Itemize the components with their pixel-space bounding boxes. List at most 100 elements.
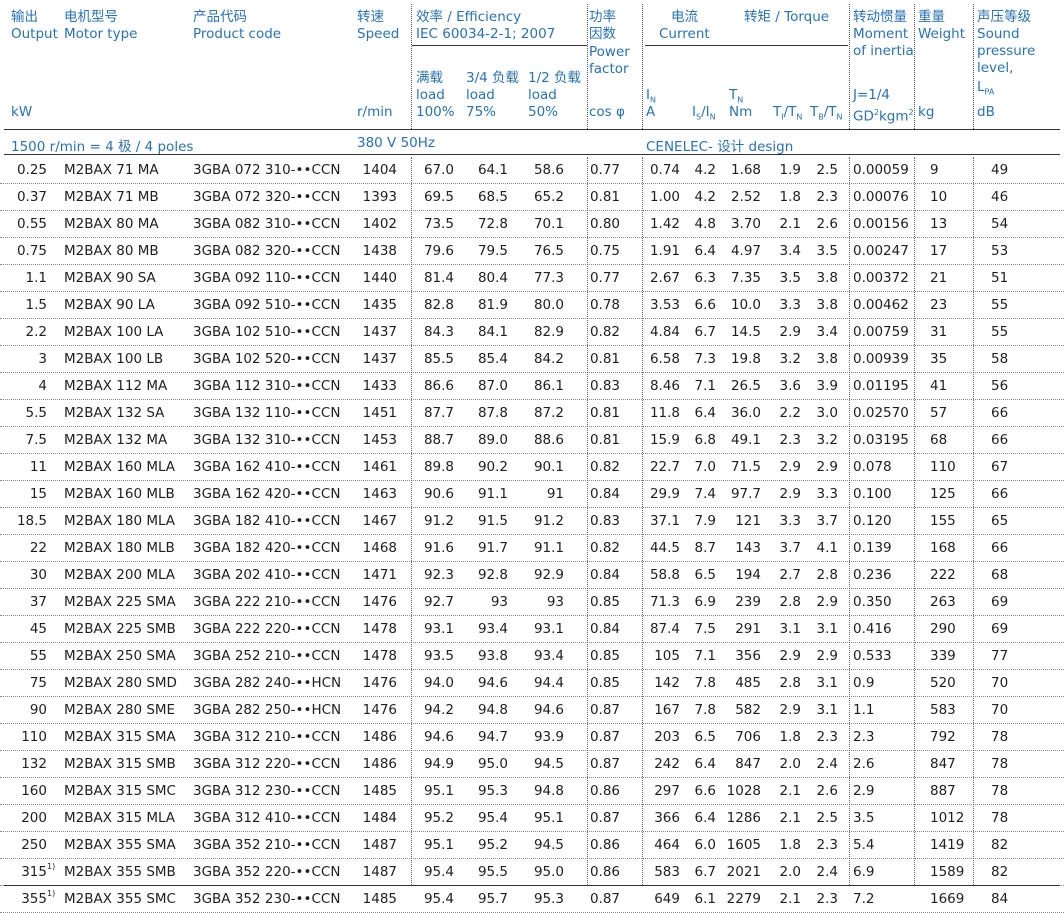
cell-sound: 68 <box>991 567 1009 583</box>
cell-current: 44.5 <box>649 540 680 556</box>
cell-sound: 58 <box>991 351 1009 367</box>
cell-is-in: 6.4 <box>694 810 716 826</box>
cell-weight: 31 <box>930 324 948 340</box>
cell-weight: 339 <box>930 648 956 664</box>
cell-is-in: 7.9 <box>694 513 716 529</box>
cell-current: 22.7 <box>649 459 680 475</box>
cell-weight: 17 <box>930 243 948 259</box>
cell-current: 297 <box>654 783 680 799</box>
header-pf-cn2: 因数 <box>589 26 616 42</box>
cell-product-code: 3GBA 352 220-••CCN <box>193 864 341 880</box>
cell-motor-type: M2BAX 80 MB <box>64 243 159 259</box>
cell-eff-75: 79.5 <box>477 243 508 259</box>
cell-output: 45 <box>29 621 47 637</box>
cell-eff-75: 91.5 <box>477 513 508 529</box>
cell-eff-75: 94.6 <box>477 675 508 691</box>
cell-ti-tn: 2.1 <box>779 810 801 826</box>
cell-speed: 1486 <box>362 729 397 745</box>
cell-is-in: 7.8 <box>694 702 716 718</box>
cell-tb-tn: 3.1 <box>816 621 838 637</box>
cell-torque: 3.70 <box>730 216 761 232</box>
cell-eff-50: 87.2 <box>533 405 564 421</box>
cell-current: 29.9 <box>649 486 680 502</box>
cell-sound: 54 <box>991 216 1009 232</box>
cell-product-code: 3GBA 132 310-••CCN <box>193 432 341 448</box>
cell-eff-100: 81.4 <box>423 270 454 286</box>
cell-eff-100: 95.4 <box>423 891 454 907</box>
cell-ti-tn: 2.7 <box>779 567 801 583</box>
cell-inertia: 0.00372 <box>853 270 909 286</box>
table-bottom-line <box>4 885 1060 886</box>
cell-torque: 194 <box>735 567 761 583</box>
efficiency-divider <box>412 45 587 46</box>
cell-eff-100: 89.8 <box>423 459 454 475</box>
cell-is-in: 7.4 <box>694 486 716 502</box>
cell-current: 8.46 <box>649 378 680 394</box>
cell-motor-type: M2BAX 315 SMA <box>64 729 176 745</box>
cell-speed: 1461 <box>362 459 397 475</box>
cell-torque: 36.0 <box>730 405 761 421</box>
table-row: 7.5 M2BAX 132 MA 3GBA 132 310-••CCN 1453 88.… <box>0 427 1064 454</box>
table-row: 0.37 M2BAX 71 MB 3GBA 072 320-••CCN 1393 69.… <box>0 184 1064 211</box>
cell-tb-tn: 3.0 <box>816 405 838 421</box>
cell-motor-type: M2BAX 90 SA <box>64 270 156 286</box>
cell-eff-100: 93.5 <box>423 648 454 664</box>
cell-eff-50: 93.4 <box>533 648 564 664</box>
cell-tb-tn: 3.1 <box>816 675 838 691</box>
table-row: 75 M2BAX 280 SMD 3GBA 282 240-••HCN 1476 94.… <box>0 670 1064 697</box>
cell-torque: 19.8 <box>730 351 761 367</box>
cell-power-factor: 0.82 <box>589 324 620 340</box>
cell-sound: 46 <box>991 189 1009 205</box>
cell-product-code: 3GBA 352 210-••CCN <box>193 837 341 853</box>
cell-tb-tn: 2.8 <box>816 567 838 583</box>
cell-weight: 887 <box>930 783 956 799</box>
cell-product-code: 3GBA 112 310-••CCN <box>193 378 341 394</box>
cell-product-code: 3GBA 072 320-••CCN <box>193 189 341 205</box>
cell-output: 37 <box>29 594 47 610</box>
cell-ti-tn: 3.4 <box>779 243 801 259</box>
cell-eff-75: 87.0 <box>477 378 508 394</box>
header-inertia-en1: Moment <box>853 26 909 42</box>
cell-tb-tn: 3.9 <box>816 378 838 394</box>
cell-torque: 2279 <box>726 891 761 907</box>
cell-product-code: 3GBA 252 210-••CCN <box>193 648 341 664</box>
cell-sound: 69 <box>991 621 1009 637</box>
cell-speed: 1404 <box>362 162 397 178</box>
cell-product-code: 3GBA 082 320-••CCN <box>193 243 341 259</box>
cell-current: 4.84 <box>649 324 680 340</box>
cell-motor-type: M2BAX 100 LB <box>64 351 164 367</box>
cell-weight: 125 <box>930 486 956 502</box>
cell-weight: 68 <box>930 432 948 448</box>
cell-eff-75: 64.1 <box>477 162 508 178</box>
header-pf-en1: Power <box>589 44 630 60</box>
cell-eff-50: 91 <box>546 486 564 502</box>
cell-torque: 356 <box>735 648 761 664</box>
cell-product-code: 3GBA 312 410-••CCN <box>193 810 341 826</box>
cell-sound: 53 <box>991 243 1009 259</box>
cell-speed: 1476 <box>362 702 397 718</box>
col-sep-torque <box>849 157 850 885</box>
cell-torque: 1.68 <box>730 162 761 178</box>
cell-eff-50: 92.9 <box>533 567 564 583</box>
cell-eff-50: 82.9 <box>533 324 564 340</box>
cell-output: 18.5 <box>16 513 47 529</box>
cell-eff-100: 67.0 <box>423 162 454 178</box>
col-sep-torque-head <box>849 4 850 129</box>
cell-inertia: 0.02570 <box>853 405 909 421</box>
cell-is-in: 7.1 <box>694 648 716 664</box>
subheader-line <box>4 154 1060 155</box>
cell-eff-75: 94.8 <box>477 702 508 718</box>
cell-is-in: 7.5 <box>694 621 716 637</box>
cell-current: 3.53 <box>649 297 680 313</box>
cell-speed: 1437 <box>362 351 397 367</box>
cell-tb-tn: 3.4 <box>816 324 838 340</box>
cell-output: 0.75 <box>16 243 47 259</box>
table-row: 1.5 M2BAX 90 LA 3GBA 092 510-••CCN 1435 82.8… <box>0 292 1064 319</box>
cell-motor-type: M2BAX 90 LA <box>64 297 155 313</box>
cell-current: 11.8 <box>649 405 680 421</box>
header-ti-tn: TI/TN <box>773 104 803 122</box>
cell-inertia: 0.00059 <box>853 162 909 178</box>
cell-inertia: 0.00156 <box>853 216 909 232</box>
header-eff-full-cn: 满载 <box>416 70 443 86</box>
cell-torque: 14.5 <box>730 324 761 340</box>
